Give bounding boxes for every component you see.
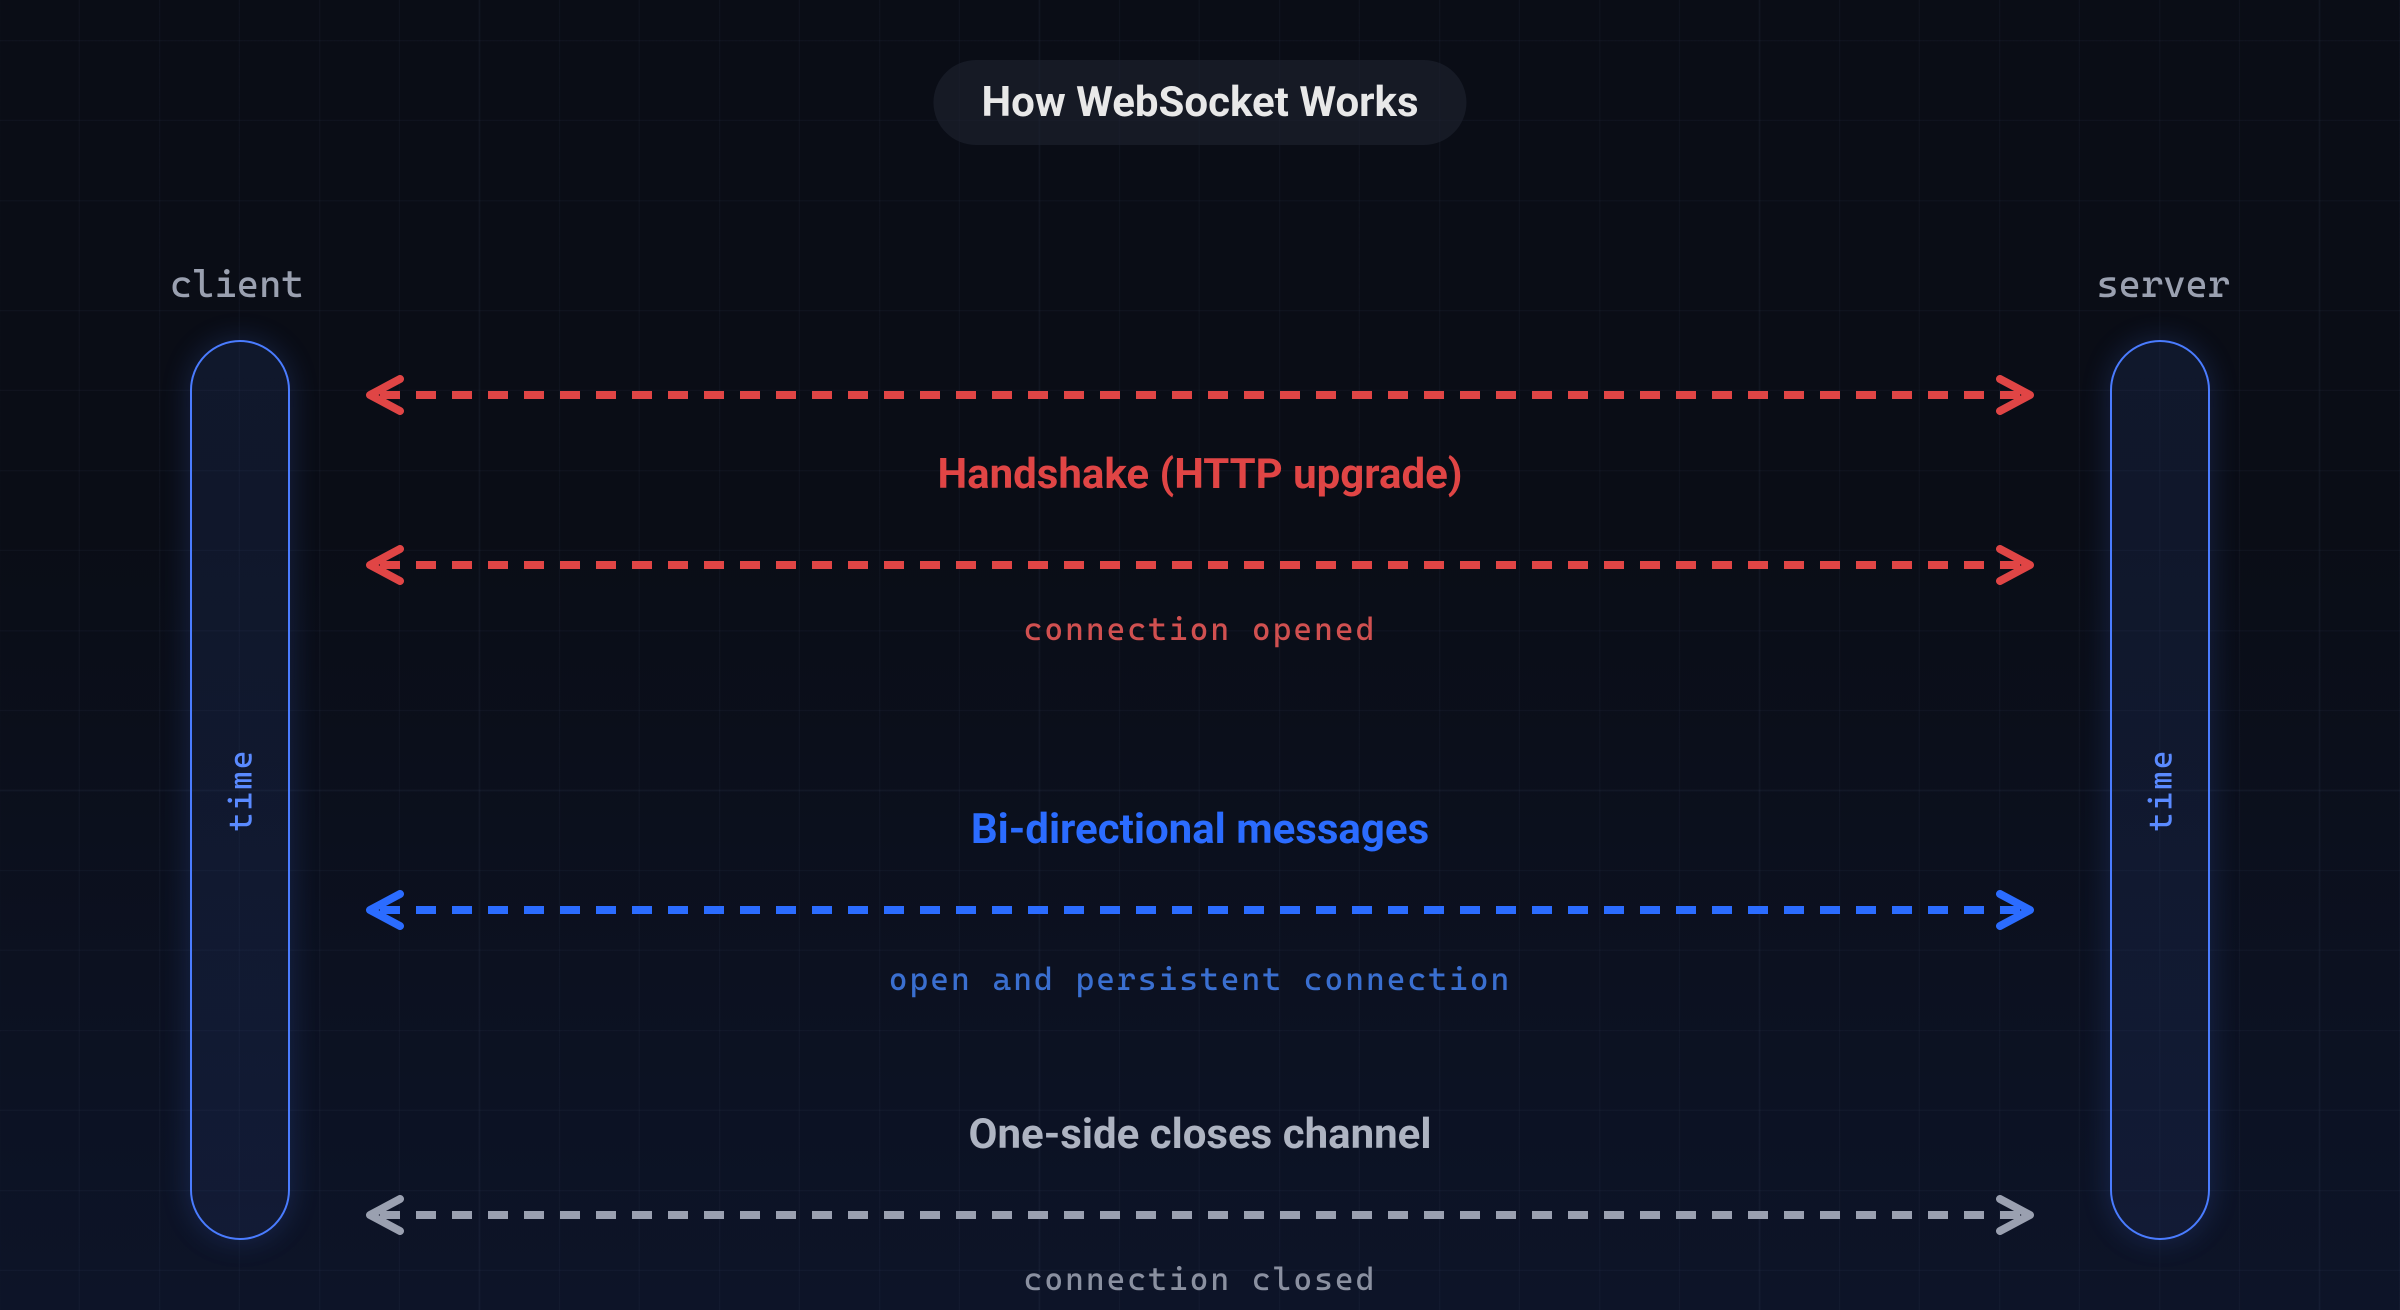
handshake-subtitle: connection opened: [1024, 610, 1377, 648]
bidirectional-arrow-icon: [350, 375, 2050, 415]
bidirectional-arrow-icon: [350, 890, 2050, 930]
bidirectional-arrow-icon: [350, 545, 2050, 585]
handshake-arrow-2: [350, 545, 2050, 585]
close-arrow: [350, 1195, 2050, 1235]
title-container: How WebSocket Works: [933, 60, 1466, 145]
bidirectional-arrow: [350, 890, 2050, 930]
bidirectional-subtitle: open and persistent connection: [889, 960, 1512, 998]
client-timeline: time: [190, 340, 290, 1240]
diagram-title: How WebSocket Works: [981, 78, 1418, 127]
close-subtitle: connection closed: [1024, 1260, 1377, 1298]
server-timeline: time: [2110, 340, 2210, 1240]
client-label: client: [170, 262, 304, 306]
bidirectional-arrow-icon: [350, 1195, 2050, 1235]
handshake-arrow-1: [350, 375, 2050, 415]
timeline-label-right: time: [2141, 749, 2179, 832]
timeline-label-left: time: [221, 749, 259, 832]
close-title: One-side closes channel: [969, 1110, 1432, 1159]
handshake-title: Handshake (HTTP upgrade): [937, 450, 1462, 499]
bidirectional-title: Bi-directional messages: [971, 805, 1429, 854]
server-label: server: [2096, 262, 2230, 306]
